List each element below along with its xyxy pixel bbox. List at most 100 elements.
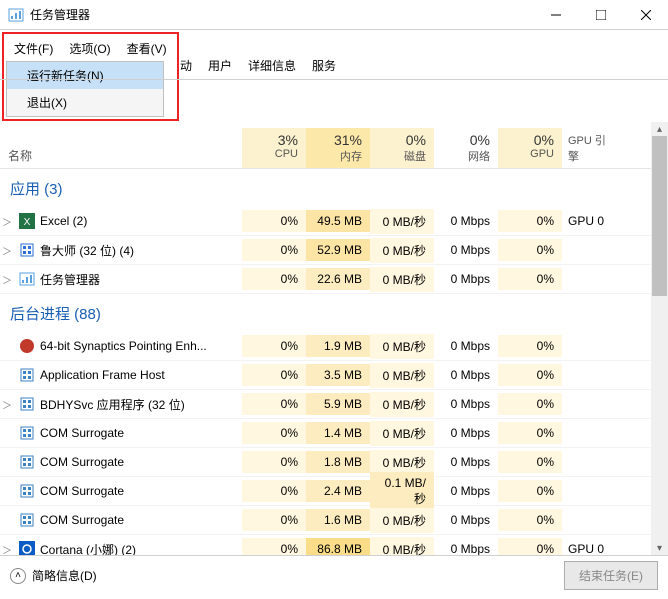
cell-gpuengine [562, 487, 622, 495]
process-icon [18, 512, 36, 528]
column-headers[interactable]: 名称 3%CPU31%内存0%磁盘0%网络0%GPU GPU 引擎 [0, 127, 668, 169]
cell-gpu: 0% [498, 393, 562, 415]
group-header[interactable]: 应用 (3) [0, 169, 668, 207]
svg-text:X: X [24, 217, 31, 228]
cell-cpu: 0% [242, 335, 306, 357]
cell-disk: 0 MB/秒 [370, 334, 434, 359]
cell-gpu: 0% [498, 509, 562, 531]
expand-icon[interactable]: ＞ [0, 397, 14, 412]
cell-net: 0 Mbps [434, 239, 498, 261]
process-name: Application Frame Host [40, 368, 242, 382]
process-row[interactable]: ＞BDHYSvc 应用程序 (32 位)0%5.9 MB0 MB/秒0 Mbps… [0, 390, 668, 419]
col-网络[interactable]: 0%网络 [434, 128, 498, 168]
cell-disk: 0 MB/秒 [370, 508, 434, 533]
cell-gpuengine [562, 275, 622, 283]
maximize-button[interactable] [578, 0, 623, 29]
cell-mem: 3.5 MB [306, 364, 370, 386]
col-gpuengine[interactable]: GPU 引擎 [562, 128, 622, 168]
group-header[interactable]: 后台进程 (88) [0, 294, 668, 332]
app-icon [8, 7, 24, 23]
process-icon [18, 367, 36, 383]
cell-cpu: 0% [242, 239, 306, 261]
cell-cpu: 0% [242, 393, 306, 415]
menu-exit[interactable]: 退出(X) [7, 89, 163, 116]
process-icon [18, 338, 36, 354]
scroll-down-icon[interactable]: ▾ [651, 541, 668, 555]
tabs: 动 用户 详细信息 服务 [0, 52, 668, 80]
cell-mem: 5.9 MB [306, 393, 370, 415]
scrollbar[interactable]: ▴ ▾ [651, 122, 668, 555]
cell-mem: 22.6 MB [306, 268, 370, 290]
cell-gpu: 0% [498, 451, 562, 473]
close-button[interactable] [623, 0, 668, 29]
cell-cpu: 0% [242, 480, 306, 502]
process-name: Excel (2) [40, 214, 242, 228]
process-row[interactable]: ＞任务管理器0%22.6 MB0 MB/秒0 Mbps0% [0, 265, 668, 294]
tab-details[interactable]: 详细信息 [240, 52, 304, 79]
process-row[interactable]: COM Surrogate0%1.6 MB0 MB/秒0 Mbps0% [0, 506, 668, 535]
fewer-details-button[interactable]: ˄ 简略信息(D) [10, 567, 564, 584]
col-CPU[interactable]: 3%CPU [242, 128, 306, 168]
cell-disk: 0 MB/秒 [370, 238, 434, 263]
scroll-up-icon[interactable]: ▴ [651, 122, 668, 136]
cell-gpu: 0% [498, 210, 562, 232]
col-磁盘[interactable]: 0%磁盘 [370, 128, 434, 168]
cell-mem: 1.4 MB [306, 422, 370, 444]
process-rows: 应用 (3)＞XExcel (2)0%49.5 MB0 MB/秒0 Mbps0%… [0, 169, 668, 599]
cell-gpu: 0% [498, 268, 562, 290]
cell-gpuengine [562, 458, 622, 466]
cell-disk: 0 MB/秒 [370, 392, 434, 417]
tab-users[interactable]: 用户 [200, 52, 240, 79]
cell-disk: 0 MB/秒 [370, 363, 434, 388]
cell-gpuengine [562, 429, 622, 437]
cell-disk: 0 MB/秒 [370, 267, 434, 292]
cell-net: 0 Mbps [434, 451, 498, 473]
cell-gpu: 0% [498, 239, 562, 261]
cell-cpu: 0% [242, 364, 306, 386]
process-name: COM Surrogate [40, 484, 242, 498]
cell-net: 0 Mbps [434, 268, 498, 290]
cell-cpu: 0% [242, 268, 306, 290]
window-title: 任务管理器 [30, 6, 533, 23]
cell-net: 0 Mbps [434, 335, 498, 357]
process-icon [18, 454, 36, 470]
cell-disk: 0.1 MB/秒 [370, 472, 434, 511]
cell-gpu: 0% [498, 480, 562, 502]
cell-gpuengine [562, 371, 622, 379]
process-name: 鲁大师 (32 位) (4) [40, 242, 242, 259]
process-name: COM Surrogate [40, 426, 242, 440]
process-icon [18, 271, 36, 287]
cell-mem: 49.5 MB [306, 210, 370, 232]
tab-services[interactable]: 服务 [304, 52, 344, 79]
expand-icon[interactable]: ＞ [0, 243, 14, 258]
tab-startup[interactable]: 动 [172, 52, 200, 79]
col-内存[interactable]: 31%内存 [306, 128, 370, 168]
process-icon [18, 425, 36, 441]
minimize-button[interactable] [533, 0, 578, 29]
process-icon [18, 396, 36, 412]
cell-net: 0 Mbps [434, 364, 498, 386]
col-name[interactable]: 名称 [0, 143, 242, 168]
cell-disk: 0 MB/秒 [370, 209, 434, 234]
process-row[interactable]: ＞XExcel (2)0%49.5 MB0 MB/秒0 Mbps0%GPU 0 [0, 207, 668, 236]
process-row[interactable]: COM Surrogate0%1.4 MB0 MB/秒0 Mbps0% [0, 419, 668, 448]
process-name: 64-bit Synaptics Pointing Enh... [40, 339, 242, 353]
col-GPU[interactable]: 0%GPU [498, 128, 562, 168]
expand-icon[interactable]: ＞ [0, 214, 14, 229]
cell-gpuengine [562, 400, 622, 408]
process-name: 任务管理器 [40, 271, 242, 288]
expand-icon[interactable]: ＞ [0, 272, 14, 287]
process-row[interactable]: Application Frame Host0%3.5 MB0 MB/秒0 Mb… [0, 361, 668, 390]
cell-gpuengine: GPU 0 [562, 210, 622, 232]
cell-net: 0 Mbps [434, 480, 498, 502]
process-row[interactable]: 64-bit Synaptics Pointing Enh...0%1.9 MB… [0, 332, 668, 361]
process-icon: X [18, 213, 36, 229]
process-row[interactable]: COM Surrogate0%1.8 MB0 MB/秒0 Mbps0% [0, 448, 668, 477]
cell-cpu: 0% [242, 210, 306, 232]
scroll-thumb[interactable] [652, 136, 667, 296]
end-task-button[interactable]: 结束任务(E) [564, 561, 658, 590]
process-grid: 名称 3%CPU31%内存0%磁盘0%网络0%GPU GPU 引擎 应用 (3)… [0, 127, 668, 599]
process-row[interactable]: ＞鲁大师 (32 位) (4)0%52.9 MB0 MB/秒0 Mbps0% [0, 236, 668, 265]
process-row[interactable]: COM Surrogate0%2.4 MB0.1 MB/秒0 Mbps0% [0, 477, 668, 506]
cell-net: 0 Mbps [434, 509, 498, 531]
